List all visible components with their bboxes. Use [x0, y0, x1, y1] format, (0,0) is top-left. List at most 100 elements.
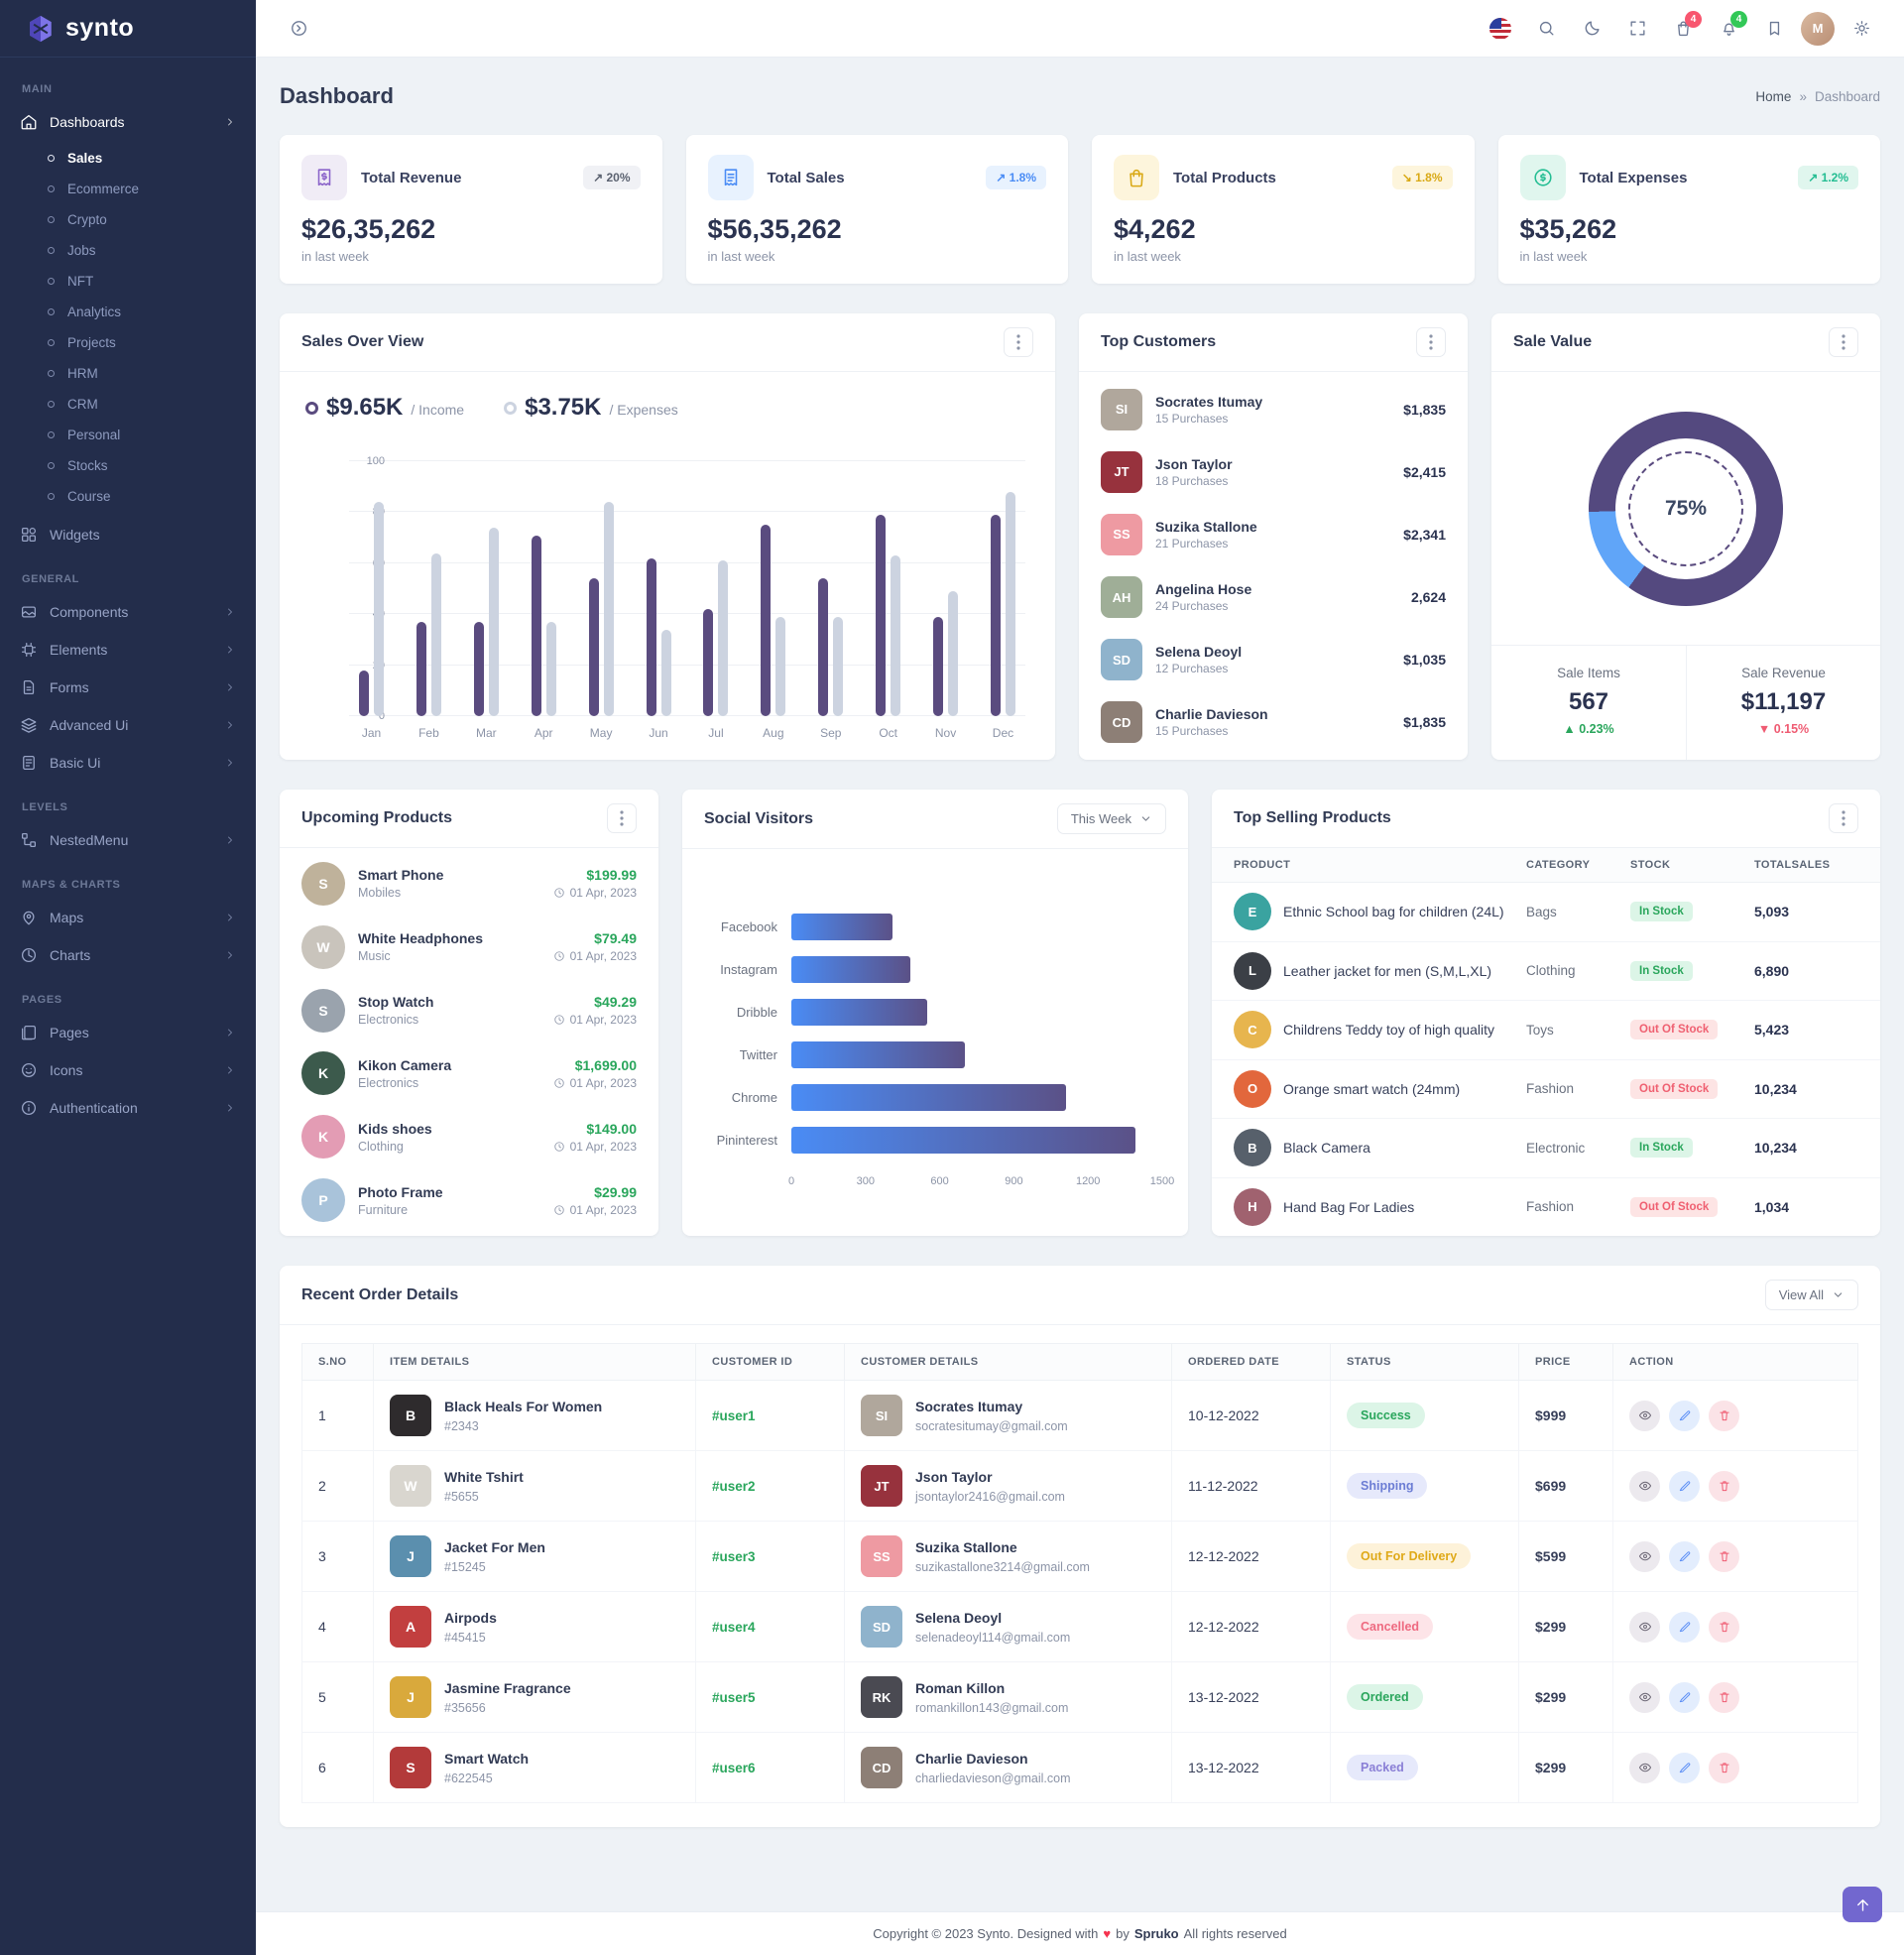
edit-button[interactable]: [1669, 1611, 1700, 1643]
upcoming-products-menu-button[interactable]: [607, 803, 637, 833]
sidebar-subitem[interactable]: Sales: [0, 143, 256, 174]
top-selling-menu-button[interactable]: [1829, 803, 1858, 833]
sidebar-item[interactable]: Charts: [0, 936, 256, 974]
view-button[interactable]: [1629, 1611, 1660, 1643]
sidebar-item[interactable]: Basic Ui: [0, 744, 256, 782]
footer-brand[interactable]: Spruko: [1134, 1926, 1179, 1941]
social-range-dropdown[interactable]: This Week: [1056, 803, 1166, 834]
customer-row[interactable]: SS Suzika Stallone 21 Purchases $2,341: [1101, 513, 1446, 555]
user-avatar[interactable]: M: [1801, 11, 1835, 46]
delete-button[interactable]: [1709, 1470, 1739, 1502]
customer-row[interactable]: AH Angelina Hose 24 Purchases 2,624: [1101, 576, 1446, 619]
view-all-dropdown[interactable]: View All: [1764, 1280, 1858, 1310]
dark-mode-button[interactable]: [1573, 10, 1610, 48]
customer-row[interactable]: SD Selena Deoyl 12 Purchases $1,035: [1101, 639, 1446, 681]
sidebar-subitem[interactable]: CRM: [0, 389, 256, 420]
delete-button[interactable]: [1709, 1681, 1739, 1713]
sidebar-item[interactable]: Components: [0, 593, 256, 631]
brand-logo[interactable]: synto: [0, 0, 256, 58]
sale-value-menu-button[interactable]: [1829, 327, 1858, 357]
sidebar-item[interactable]: Icons: [0, 1051, 256, 1089]
edit-button[interactable]: [1669, 1470, 1700, 1502]
sidebar-subitem[interactable]: Course: [0, 481, 256, 512]
stat-value: $56,35,262: [707, 214, 842, 244]
social-bar: [791, 956, 910, 983]
customer-id[interactable]: #user1: [712, 1408, 756, 1423]
sidebar-subitem[interactable]: Projects: [0, 327, 256, 358]
top-selling-row[interactable]: B Black Camera Electronic In Stock 10,23…: [1212, 1119, 1880, 1178]
eye-icon: [1638, 1410, 1651, 1420]
delete-button[interactable]: [1709, 1400, 1739, 1431]
view-button[interactable]: [1629, 1470, 1660, 1502]
sidebar-item[interactable]: Maps: [0, 899, 256, 936]
x-axis-tick: Apr: [534, 726, 553, 740]
top-selling-row[interactable]: O Orange smart watch (24mm) Fashion Out …: [1212, 1060, 1880, 1119]
sidebar-item[interactable]: Advanced Ui: [0, 706, 256, 744]
customer-row[interactable]: JT Json Taylor 18 Purchases $2,415: [1101, 450, 1446, 493]
customer-row[interactable]: SI Socrates Itumay 15 Purchases $1,835: [1101, 388, 1446, 430]
sidebar-item[interactable]: Elements: [0, 631, 256, 669]
delete-button[interactable]: [1709, 1611, 1739, 1643]
customer-id[interactable]: #user6: [712, 1761, 756, 1775]
view-button[interactable]: [1629, 1752, 1660, 1783]
notifications-button[interactable]: 4: [1710, 10, 1747, 48]
search-button[interactable]: [1527, 10, 1565, 48]
top-selling-row[interactable]: H Hand Bag For Ladies Fashion Out Of Sto…: [1212, 1178, 1880, 1237]
view-button[interactable]: [1629, 1540, 1660, 1572]
view-button[interactable]: [1629, 1400, 1660, 1431]
delete-button[interactable]: [1709, 1752, 1739, 1783]
item-thumb: J: [390, 1676, 431, 1718]
product-row[interactable]: P Photo Frame Furniture $29.99 01 Apr, 2…: [301, 1178, 637, 1223]
sidebar-toggle-button[interactable]: [280, 10, 317, 48]
bookmark-button[interactable]: [1755, 10, 1793, 48]
sidebar-subitem[interactable]: Jobs: [0, 235, 256, 266]
edit-button[interactable]: [1669, 1752, 1700, 1783]
sidebar-subitem[interactable]: Crypto: [0, 204, 256, 235]
language-button[interactable]: [1482, 10, 1519, 48]
sidebar-subitem[interactable]: Analytics: [0, 297, 256, 327]
product-row[interactable]: K Kikon Camera Electronics $1,699.00 01 …: [301, 1051, 637, 1096]
view-button[interactable]: [1629, 1681, 1660, 1713]
avatar: CD: [1101, 701, 1142, 744]
chevron-right-icon: [228, 608, 232, 616]
top-selling-row[interactable]: L Leather jacket for men (S,M,L,XL) Clot…: [1212, 942, 1880, 1001]
top-customers-menu-button[interactable]: [1416, 327, 1446, 357]
sidebar-subitem[interactable]: Stocks: [0, 450, 256, 481]
customer-id[interactable]: #user2: [712, 1479, 756, 1494]
product-row[interactable]: W White Headphones Music $79.49 01 Apr, …: [301, 924, 637, 969]
sidebar-item-widgets[interactable]: Widgets: [0, 516, 256, 553]
edit-button[interactable]: [1669, 1681, 1700, 1713]
customer-id[interactable]: #user3: [712, 1549, 756, 1564]
top-selling-row[interactable]: E Ethnic School bag for children (24L) B…: [1212, 883, 1880, 942]
sidebar-subitem[interactable]: HRM: [0, 358, 256, 389]
sidebar-item[interactable]: Authentication: [0, 1089, 256, 1127]
edit-button[interactable]: [1669, 1540, 1700, 1572]
sidebar-item[interactable]: NestedMenu: [0, 821, 256, 859]
sidebar-subitem[interactable]: Ecommerce: [0, 174, 256, 204]
bullet-icon: [48, 185, 55, 192]
sidebar-item[interactable]: Forms: [0, 669, 256, 706]
delete-button[interactable]: [1709, 1540, 1739, 1572]
edit-button[interactable]: [1669, 1400, 1700, 1431]
product-row[interactable]: S Stop Watch Electronics $49.29 01 Apr, …: [301, 988, 637, 1033]
sidebar-item[interactable]: Pages: [0, 1014, 256, 1051]
sidebar-item-dashboards[interactable]: Dashboards: [0, 103, 256, 141]
cart-button[interactable]: 4: [1664, 10, 1702, 48]
customer-id[interactable]: #user5: [712, 1690, 756, 1705]
sales-overview-menu-button[interactable]: [1004, 327, 1033, 357]
expenses-label: / Expenses: [609, 402, 678, 418]
top-selling-row[interactable]: C Childrens Teddy toy of high quality To…: [1212, 1001, 1880, 1060]
fullscreen-button[interactable]: [1618, 10, 1656, 48]
scroll-to-top-button[interactable]: [1843, 1887, 1882, 1922]
sidebar-item-label: Pages: [50, 1025, 89, 1040]
sidebar-subitem[interactable]: Personal: [0, 420, 256, 450]
product-row[interactable]: S Smart Phone Mobiles $199.99 01 Apr, 20…: [301, 861, 637, 906]
sidebar-subitem[interactable]: NFT: [0, 266, 256, 297]
customer-id[interactable]: #user4: [712, 1620, 756, 1635]
item-code: #622545: [444, 1771, 493, 1785]
settings-button[interactable]: [1843, 10, 1880, 48]
product-row[interactable]: K Kids shoes Clothing $149.00 01 Apr, 20…: [301, 1115, 637, 1160]
breadcrumb-home[interactable]: Home: [1755, 89, 1791, 104]
customer-row[interactable]: CD Charlie Davieson 15 Purchases $1,835: [1101, 701, 1446, 744]
avatar: SS: [861, 1535, 902, 1577]
